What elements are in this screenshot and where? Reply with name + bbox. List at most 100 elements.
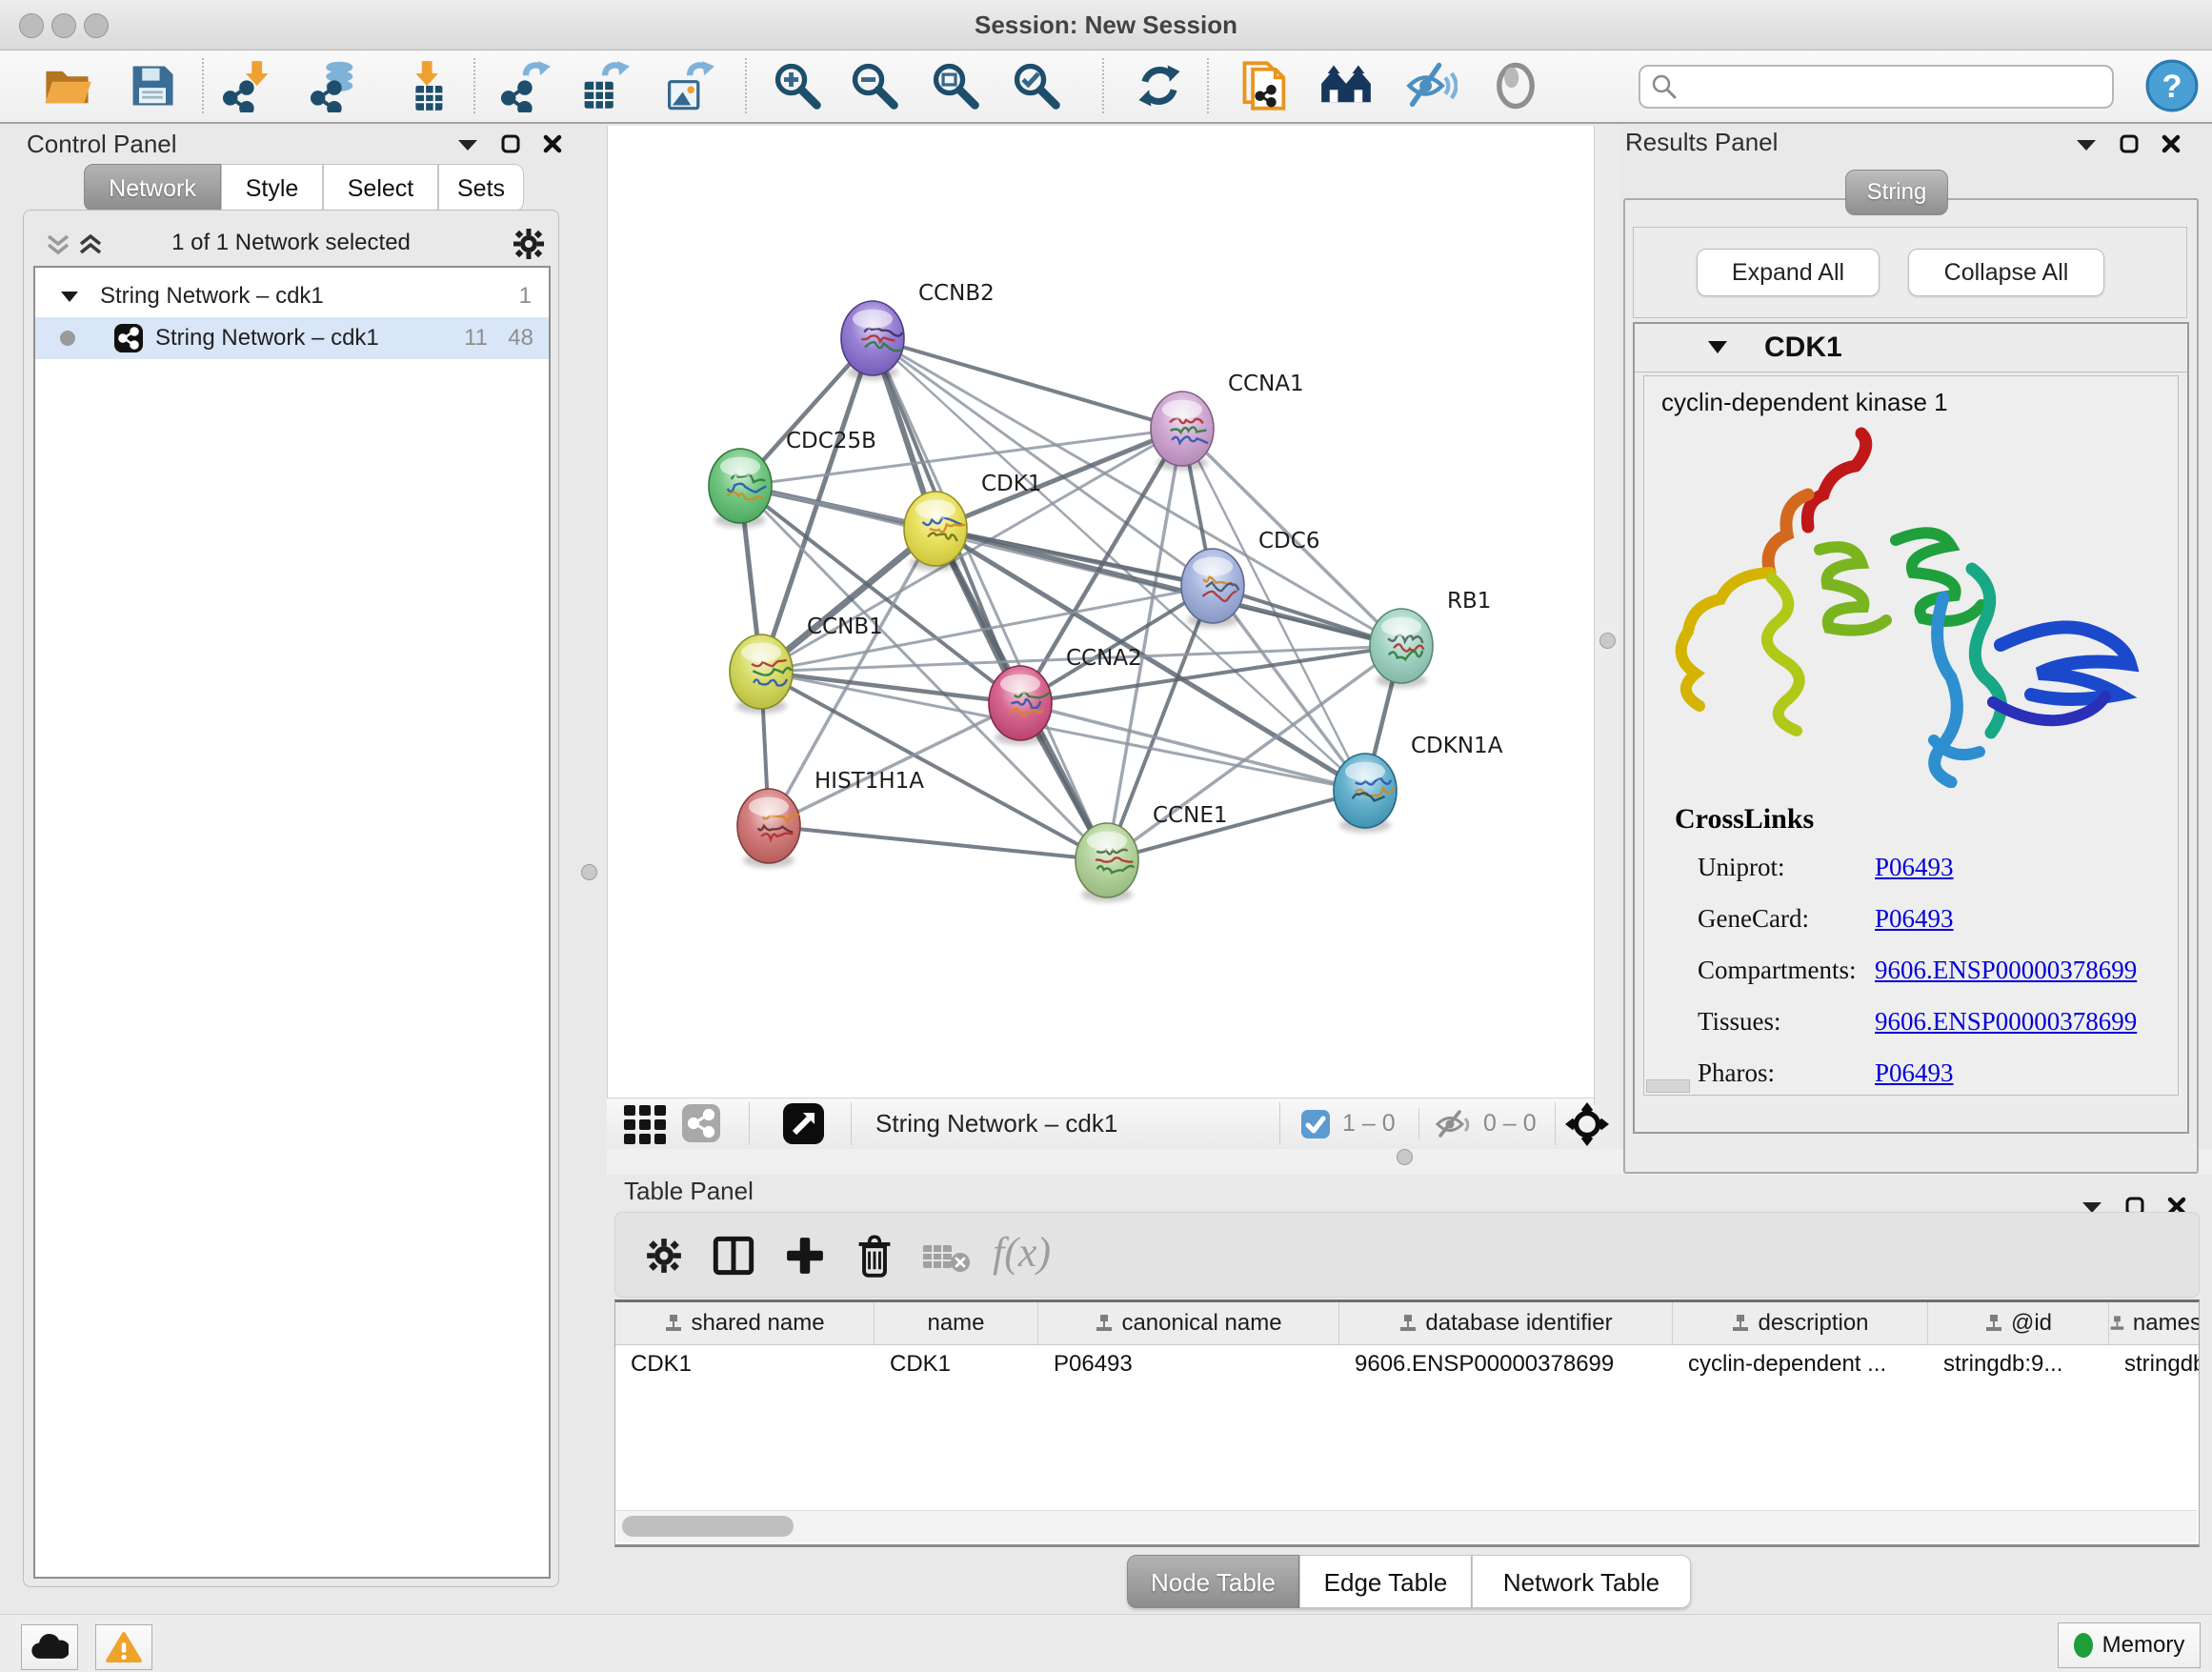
export-table-icon[interactable] <box>576 59 630 112</box>
column-header-canonical-name[interactable]: canonical name <box>1121 1310 1281 1337</box>
table-cell[interactable]: P06493 <box>1038 1344 1339 1384</box>
fit-target-icon[interactable] <box>1565 1102 1609 1146</box>
home-icon[interactable] <box>1319 59 1373 112</box>
network-canvas[interactable]: CCNB2CCNA1CDC25BCDK1CDC6RB1CCNB1CCNA2CDK… <box>607 126 1595 1105</box>
tab-network-table[interactable]: Network Table <box>1472 1555 1691 1608</box>
node-RB1[interactable] <box>1370 609 1433 688</box>
table-horizontal-scrollbar[interactable] <box>616 1510 2197 1542</box>
table-cell[interactable]: cyclin-dependent ... <box>1673 1344 1928 1384</box>
node-table[interactable]: shared name name canonical name database id… <box>614 1299 2200 1547</box>
gear-icon[interactable] <box>646 1238 682 1274</box>
share-document-icon[interactable] <box>1238 59 1292 112</box>
node-CCNB1[interactable] <box>730 635 793 714</box>
table-row[interactable]: CDK1CDK1P064939606.ENSP00000378699cyclin… <box>615 1344 2200 1384</box>
table-column-header[interactable]: shared name <box>615 1302 875 1344</box>
tab-edge-table[interactable]: Edge Table <box>1299 1555 1472 1608</box>
crosslink-link[interactable]: P06493 <box>1875 1058 1954 1088</box>
table-column-header[interactable]: @id <box>1928 1302 2109 1344</box>
node-CCNE1[interactable] <box>1076 823 1138 902</box>
table-cell[interactable]: CDK1 <box>875 1344 1038 1384</box>
column-header-namespace[interactable]: namespace <box>2133 1310 2200 1337</box>
column-header-description[interactable]: description <box>1758 1310 1868 1337</box>
delete-icon[interactable] <box>855 1234 894 1278</box>
open-session-icon[interactable] <box>41 59 94 112</box>
refresh-icon[interactable] <box>1133 59 1186 112</box>
import-network-database-icon[interactable] <box>309 59 362 112</box>
edge-CDK1-RB1[interactable] <box>935 529 1401 646</box>
table-cell[interactable]: CDK1 <box>615 1344 875 1384</box>
node-CDC25B[interactable] <box>709 449 772 528</box>
collapse-entry-icon[interactable] <box>1707 339 1728 354</box>
collapse-all-button[interactable]: Collapse All <box>1908 249 2104 296</box>
column-header-database-identifier[interactable]: database identifier <box>1425 1310 1612 1337</box>
edge-CCNB2-CCNA1[interactable] <box>873 338 1182 429</box>
table-cell[interactable]: stringdb <box>2109 1344 2200 1384</box>
share-view-icon[interactable] <box>681 1103 721 1143</box>
gear-icon[interactable] <box>513 228 545 260</box>
tab-node-table[interactable]: Node Table <box>1127 1555 1299 1608</box>
network-tree-root-row[interactable]: String Network – cdk1 1 <box>35 275 549 317</box>
node-CDKN1A[interactable] <box>1334 754 1397 833</box>
tree-collapse-icon[interactable] <box>60 290 79 303</box>
network-tree-row[interactable]: String Network – cdk1 11 48 <box>35 317 549 359</box>
panel-divider[interactable] <box>1594 126 1619 1175</box>
search-box[interactable] <box>1639 65 2114 109</box>
zoom-in-icon[interactable] <box>771 59 824 112</box>
scrollbar-thumb[interactable] <box>622 1516 794 1537</box>
panel-menu-icon[interactable] <box>2075 136 2098 151</box>
crosslink-link[interactable]: 9606.ENSP00000378699 <box>1875 1007 2137 1037</box>
splitter-handle[interactable] <box>1397 1149 1413 1165</box>
panel-divider[interactable] <box>569 126 607 1593</box>
table-column-header[interactable]: canonical name <box>1038 1302 1339 1344</box>
edge-CDKN1A-CCNE1[interactable] <box>1107 791 1365 860</box>
import-table-icon[interactable] <box>397 59 451 112</box>
import-network-icon[interactable] <box>221 59 274 112</box>
zoom-fit-icon[interactable] <box>929 59 982 112</box>
expand-all-button[interactable]: Expand All <box>1697 249 1880 296</box>
column-header--id[interactable]: @id <box>2011 1310 2052 1337</box>
open-in-window-icon[interactable] <box>782 1102 825 1145</box>
edge-CCNA2-HIST1H1A[interactable] <box>769 703 1020 826</box>
edge-CCNA2-CDKN1A[interactable] <box>1020 703 1365 791</box>
tab-string[interactable]: String <box>1845 170 1948 215</box>
export-network-icon[interactable] <box>499 59 553 112</box>
memory-button[interactable]: Memory <box>2058 1622 2201 1668</box>
tab-sets[interactable]: Sets <box>438 164 524 212</box>
hide-selected-icon[interactable] <box>1404 59 1458 112</box>
columns-icon[interactable] <box>713 1236 754 1276</box>
search-input[interactable] <box>1684 73 2112 100</box>
panel-float-icon[interactable] <box>2119 133 2140 154</box>
table-column-header[interactable]: name <box>875 1302 1038 1344</box>
tab-select[interactable]: Select <box>323 164 438 212</box>
tab-style[interactable]: Style <box>221 164 323 212</box>
column-header-shared-name[interactable]: shared name <box>691 1310 824 1337</box>
crosslink-link[interactable]: 9606.ENSP00000378699 <box>1875 956 2137 985</box>
table-column-header[interactable]: description <box>1673 1302 1928 1344</box>
table-column-header[interactable]: namespace <box>2109 1302 2200 1344</box>
warning-button[interactable] <box>95 1624 152 1670</box>
node-CCNB2[interactable] <box>841 301 904 380</box>
grid-view-icon[interactable] <box>622 1103 672 1145</box>
zoom-out-icon[interactable] <box>848 59 901 112</box>
crosslink-link[interactable]: P06493 <box>1875 904 1954 934</box>
tab-network[interactable]: Network <box>84 164 221 212</box>
add-icon[interactable] <box>785 1236 825 1276</box>
selected-checkbox-icon[interactable] <box>1300 1109 1331 1139</box>
panel-menu-icon[interactable] <box>456 136 479 151</box>
show-all-icon[interactable] <box>1489 59 1542 112</box>
help-icon[interactable]: ? <box>2145 59 2199 112</box>
zoom-selected-icon[interactable] <box>1010 59 1063 112</box>
panel-close-icon[interactable] <box>542 133 563 154</box>
export-image-icon[interactable] <box>661 59 714 112</box>
crosslink-link[interactable]: P06493 <box>1875 853 1954 882</box>
node-HIST1H1A[interactable] <box>737 789 800 868</box>
table-column-header[interactable]: database identifier <box>1339 1302 1673 1344</box>
divider-handle[interactable] <box>1599 633 1616 649</box>
table-cell[interactable]: 9606.ENSP00000378699 <box>1339 1344 1673 1384</box>
column-header-name[interactable]: name <box>927 1310 984 1337</box>
node-CCNA1[interactable] <box>1151 392 1214 471</box>
hidden-eye-icon[interactable] <box>1434 1108 1474 1140</box>
card-scrollbar[interactable] <box>1646 1079 1690 1093</box>
gene-card-header[interactable]: CDK1 <box>1635 324 2187 373</box>
network-graph[interactable]: CCNB2CCNA1CDC25BCDK1CDC6RB1CCNB1CCNA2CDK… <box>608 126 1594 1105</box>
